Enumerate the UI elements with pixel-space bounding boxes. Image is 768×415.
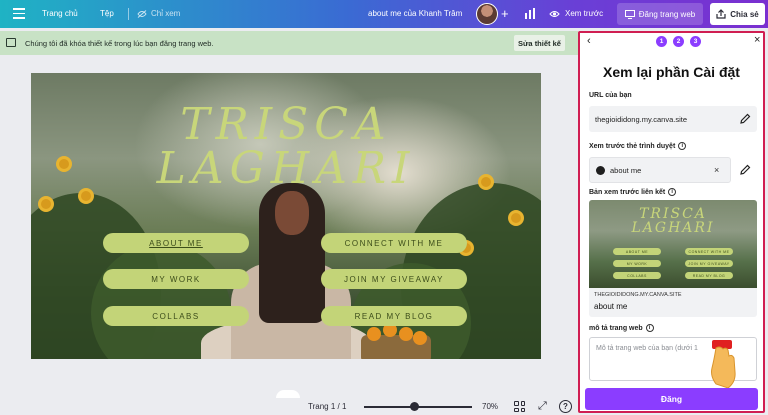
thumbnail-button: JOIN MY GIVEAWAY: [685, 260, 733, 267]
info-icon[interactable]: i: [678, 142, 687, 150]
collapse-pages-tab[interactable]: [276, 390, 300, 398]
orange: [367, 327, 381, 341]
avatar[interactable]: [476, 3, 498, 25]
home-link[interactable]: Trang chủ: [42, 9, 78, 18]
notice-text: Chúng tôi đã khóa thiết kế trong lúc bạn…: [25, 39, 214, 48]
site-title-line2: LAGHARI: [156, 143, 416, 194]
favicon-icon: [596, 166, 605, 175]
url-label: URL của bạn: [589, 92, 632, 99]
about-me-button[interactable]: ABOUT ME: [103, 233, 249, 253]
url-label-text: URL của bạn: [589, 92, 632, 99]
plus-icon[interactable]: +: [501, 7, 509, 20]
share-button[interactable]: Chia sẻ: [710, 3, 765, 25]
link-preview-title: about me: [594, 302, 628, 311]
monitor-icon: [624, 9, 635, 19]
locked-design-notice: Chúng tôi đã khóa thiết kế trong lúc bạn…: [0, 31, 578, 55]
step-3-indicator: 3: [690, 36, 701, 47]
link-preview-domain: THEGIOIDIDONG.MY.CANVA.SITE: [594, 292, 682, 298]
link-preview-label-text: Bản xem trước liên kết: [589, 188, 666, 196]
orange: [413, 331, 427, 345]
thumbnail-button: READ MY BLOG: [685, 272, 733, 279]
thumbnail-button: CONNECT WITH ME: [685, 248, 733, 255]
publish-website-label: Đăng trang web: [638, 9, 696, 19]
orange: [399, 327, 413, 341]
zoom-level[interactable]: 70%: [482, 402, 498, 411]
design-canvas[interactable]: TRISCA LAGHARI ABOUT ME MY WORK COLLABS …: [31, 73, 541, 359]
my-work-button[interactable]: MY WORK: [103, 269, 249, 289]
view-only-label: Chỉ xem: [151, 9, 181, 18]
lock-icon: [6, 38, 16, 47]
collabs-button[interactable]: COLLABS: [103, 306, 249, 326]
pencil-icon[interactable]: [739, 164, 751, 176]
publish-button[interactable]: Đăng: [585, 388, 758, 410]
grid-icon[interactable]: [514, 401, 525, 412]
description-label: mô tả trang web i: [589, 324, 654, 332]
info-icon[interactable]: i: [668, 188, 677, 196]
bottom-bar: Trang 1 / 1 70% ⤢ ?: [0, 390, 578, 415]
thumbnail-button: MY WORK: [613, 260, 661, 267]
share-label: Chia sẻ: [730, 9, 759, 19]
step-2-indicator: 2: [673, 36, 684, 47]
hand-cursor-icon: [711, 340, 736, 389]
preview-label: Xem trước: [565, 9, 604, 18]
link-preview-label: Bản xem trước liên kết i: [589, 188, 677, 196]
browser-tab[interactable]: about me ×: [589, 157, 731, 183]
top-toolbar: Trang chủ Tệp Chỉ xem about me của Khanh…: [0, 0, 768, 28]
close-icon: ×: [714, 165, 720, 175]
connect-button[interactable]: CONNECT WITH ME: [321, 233, 467, 253]
toolbar-divider: [128, 8, 129, 20]
link-preview-thumbnail: TRISCA LAGHARI ABOUT ME CONNECT WITH ME …: [589, 200, 757, 288]
eye-icon: [549, 10, 560, 17]
chart-icon[interactable]: [524, 8, 536, 19]
preview-button[interactable]: Xem trước: [549, 9, 603, 18]
thumbnail-title-line2: LAGHARI: [631, 220, 715, 236]
tab-title: about me: [610, 165, 642, 175]
browser-preview-label-text: Xem trước thẻ trình duyệt: [589, 142, 676, 150]
view-only-indicator[interactable]: Chỉ xem: [137, 9, 180, 18]
help-icon[interactable]: ?: [559, 400, 572, 413]
page-indicator[interactable]: Trang 1 / 1: [308, 402, 346, 411]
publish-website-button[interactable]: Đăng trang web: [617, 3, 703, 25]
close-icon[interactable]: ×: [754, 35, 760, 46]
sunflower: [41, 199, 51, 209]
document-title[interactable]: about me của Khanh Trâm: [368, 9, 462, 18]
pencil-icon[interactable]: [739, 113, 751, 125]
giveaway-button[interactable]: JOIN MY GIVEAWAY: [321, 269, 467, 289]
share-icon: [716, 9, 726, 19]
file-menu[interactable]: Tệp: [100, 9, 114, 18]
panel-title: Xem lại phần Cài đặt: [603, 64, 740, 80]
zoom-slider-thumb[interactable]: [410, 402, 420, 411]
menu-icon[interactable]: [13, 8, 25, 19]
chevron-left-icon[interactable]: ‹: [587, 36, 591, 47]
browser-preview-label: Xem trước thẻ trình duyệt i: [589, 142, 687, 150]
person-face: [275, 191, 309, 235]
info-icon[interactable]: i: [645, 324, 654, 332]
thumbnail-button: ABOUT ME: [613, 248, 661, 255]
url-value: thegioididong.my.canva.site: [595, 114, 687, 124]
fullscreen-icon[interactable]: ⤢: [538, 401, 547, 412]
link-preview-card: TRISCA LAGHARI ABOUT ME CONNECT WITH ME …: [589, 200, 757, 317]
edit-design-button[interactable]: Sửa thiết kế: [514, 35, 565, 51]
eye-off-icon: [137, 9, 147, 18]
step-1-indicator: 1: [656, 36, 667, 47]
url-field[interactable]: thegioididong.my.canva.site: [589, 106, 757, 132]
publish-settings-panel: ‹ 1 2 3 × Xem lại phần Cài đặt URL của b…: [578, 31, 765, 413]
browser-tab-preview: about me ×: [589, 157, 757, 183]
description-label-text: mô tả trang web: [589, 324, 643, 332]
blog-button[interactable]: READ MY BLOG: [321, 306, 467, 326]
thumbnail-button: COLLABS: [613, 272, 661, 279]
sunflower: [511, 213, 521, 223]
